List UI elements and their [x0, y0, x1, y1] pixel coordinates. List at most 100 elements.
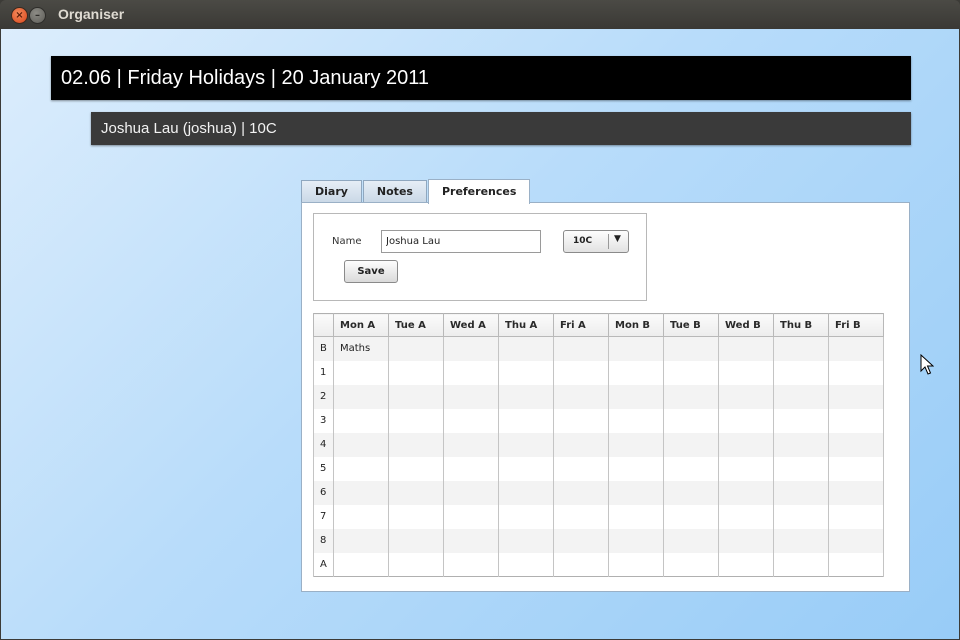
- timetable-cell[interactable]: [553, 504, 609, 529]
- timetable-cell[interactable]: [388, 360, 444, 385]
- timetable-cell[interactable]: [388, 528, 444, 553]
- timetable-cell[interactable]: [718, 408, 774, 433]
- timetable-cell[interactable]: [718, 336, 774, 361]
- timetable-cell[interactable]: [553, 336, 609, 361]
- timetable-cell[interactable]: [608, 432, 664, 457]
- timetable-cell[interactable]: [773, 432, 829, 457]
- timetable-cell[interactable]: [333, 480, 389, 505]
- timetable-cell[interactable]: [443, 384, 499, 409]
- timetable-cell[interactable]: [663, 480, 719, 505]
- timetable-cell[interactable]: [828, 504, 884, 529]
- timetable-cell[interactable]: [443, 360, 499, 385]
- timetable-cell[interactable]: [828, 456, 884, 481]
- timetable-cell[interactable]: [553, 552, 609, 577]
- timetable-cell[interactable]: [553, 480, 609, 505]
- timetable-cell[interactable]: [608, 552, 664, 577]
- timetable-cell[interactable]: [663, 528, 719, 553]
- column-header[interactable]: Tue B: [663, 313, 719, 337]
- column-header[interactable]: Thu A: [498, 313, 554, 337]
- timetable-cell[interactable]: [498, 552, 554, 577]
- name-input[interactable]: [381, 230, 541, 253]
- timetable-cell[interactable]: [718, 552, 774, 577]
- timetable-cell[interactable]: [553, 408, 609, 433]
- timetable-cell[interactable]: [443, 336, 499, 361]
- dropdown-arrow-icon[interactable]: ▼: [614, 234, 621, 244]
- timetable-cell[interactable]: [608, 504, 664, 529]
- timetable-cell[interactable]: [663, 552, 719, 577]
- timetable-cell[interactable]: [333, 384, 389, 409]
- timetable-cell[interactable]: [443, 480, 499, 505]
- timetable-cell[interactable]: [388, 384, 444, 409]
- timetable-cell[interactable]: [608, 456, 664, 481]
- timetable-cell[interactable]: [773, 504, 829, 529]
- timetable-cell[interactable]: [773, 456, 829, 481]
- timetable-cell[interactable]: [608, 336, 664, 361]
- timetable-cell[interactable]: [498, 456, 554, 481]
- timetable-cell[interactable]: [773, 480, 829, 505]
- timetable-cell[interactable]: [443, 504, 499, 529]
- timetable-cell[interactable]: [663, 336, 719, 361]
- timetable-cell[interactable]: [498, 336, 554, 361]
- timetable-cell[interactable]: [663, 456, 719, 481]
- timetable-cell[interactable]: [718, 384, 774, 409]
- timetable-cell[interactable]: [773, 360, 829, 385]
- timetable-cell[interactable]: [773, 408, 829, 433]
- column-header[interactable]: Tue A: [388, 313, 444, 337]
- timetable-cell[interactable]: [828, 552, 884, 577]
- minimize-icon[interactable]: –: [29, 7, 46, 24]
- timetable-cell[interactable]: [388, 552, 444, 577]
- timetable-cell[interactable]: [498, 432, 554, 457]
- timetable-cell[interactable]: [333, 360, 389, 385]
- timetable-cell[interactable]: [663, 360, 719, 385]
- timetable-cell[interactable]: [388, 504, 444, 529]
- timetable-cell[interactable]: [333, 432, 389, 457]
- timetable-cell[interactable]: [608, 384, 664, 409]
- timetable-cell[interactable]: [663, 432, 719, 457]
- column-header[interactable]: Mon B: [608, 313, 664, 337]
- timetable-cell[interactable]: [718, 456, 774, 481]
- timetable-cell[interactable]: [443, 552, 499, 577]
- timetable-cell[interactable]: [828, 384, 884, 409]
- timetable-cell[interactable]: [773, 528, 829, 553]
- timetable-cell[interactable]: [443, 528, 499, 553]
- timetable-cell[interactable]: [333, 528, 389, 553]
- timetable-cell[interactable]: [388, 432, 444, 457]
- column-header[interactable]: Mon A: [333, 313, 389, 337]
- timetable-cell[interactable]: [663, 504, 719, 529]
- timetable-cell[interactable]: [773, 384, 829, 409]
- timetable-cell[interactable]: [553, 456, 609, 481]
- tab-preferences[interactable]: Preferences: [427, 179, 531, 204]
- column-header[interactable]: Wed A: [443, 313, 499, 337]
- timetable-cell[interactable]: [553, 360, 609, 385]
- timetable-cell[interactable]: [333, 408, 389, 433]
- timetable-cell[interactable]: [553, 528, 609, 553]
- timetable-cell[interactable]: [773, 552, 829, 577]
- timetable-cell[interactable]: Maths: [333, 336, 389, 361]
- timetable-cell[interactable]: [608, 360, 664, 385]
- timetable-cell[interactable]: [663, 408, 719, 433]
- timetable-cell[interactable]: [828, 528, 884, 553]
- class-select[interactable]: 10C ▼: [563, 230, 629, 253]
- timetable-cell[interactable]: [608, 528, 664, 553]
- timetable-cell[interactable]: [498, 360, 554, 385]
- timetable-cell[interactable]: [498, 504, 554, 529]
- timetable-cell[interactable]: [333, 504, 389, 529]
- timetable-cell[interactable]: [333, 456, 389, 481]
- timetable-cell[interactable]: [828, 432, 884, 457]
- tab-diary[interactable]: Diary: [301, 180, 362, 203]
- timetable-cell[interactable]: [663, 384, 719, 409]
- timetable-cell[interactable]: [498, 408, 554, 433]
- window-titlebar[interactable]: × – Organiser: [0, 0, 960, 29]
- timetable-cell[interactable]: [718, 432, 774, 457]
- timetable-cell[interactable]: [608, 408, 664, 433]
- timetable-cell[interactable]: [828, 360, 884, 385]
- timetable-cell[interactable]: [498, 528, 554, 553]
- timetable-cell[interactable]: [828, 408, 884, 433]
- timetable-cell[interactable]: [828, 336, 884, 361]
- column-header[interactable]: Wed B: [718, 313, 774, 337]
- timetable-cell[interactable]: [608, 480, 664, 505]
- timetable-cell[interactable]: [718, 528, 774, 553]
- timetable-cell[interactable]: [828, 480, 884, 505]
- timetable-cell[interactable]: [333, 552, 389, 577]
- close-icon[interactable]: ×: [11, 7, 28, 24]
